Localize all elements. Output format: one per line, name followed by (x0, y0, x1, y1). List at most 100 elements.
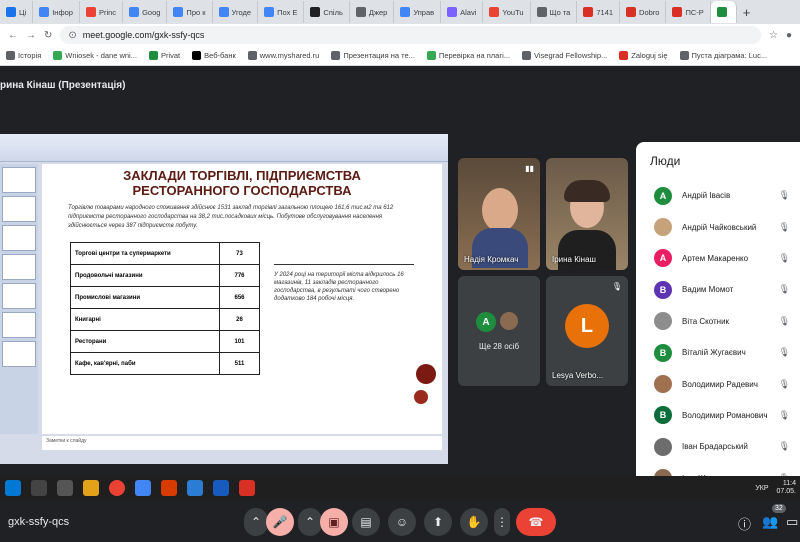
tab-label: Інфор (52, 7, 73, 17)
meet-stage: рина Кінаш (Презентація) ЗАКЛАДИ ТОРГІВЛ… (0, 66, 800, 536)
task-view-icon[interactable] (57, 480, 73, 496)
telegram-icon[interactable] (187, 480, 203, 496)
browser-tab[interactable]: Princ (80, 1, 124, 23)
info-icon[interactable]: ⓘ (738, 514, 751, 533)
browser-tab[interactable]: Ці (0, 1, 34, 23)
browser-tab[interactable]: Пох Е (258, 1, 305, 23)
bookmark-item[interactable]: Visegrad Fellowship... (522, 51, 607, 60)
search-icon[interactable] (31, 480, 47, 496)
profile-icon[interactable]: ● (786, 30, 792, 41)
participant-tile[interactable]: Ірина Кінаш (546, 158, 628, 270)
reactions-button[interactable]: ☺ (388, 508, 416, 536)
bookmark-item[interactable]: Перевірка на плагі... (426, 51, 511, 60)
participant-list-item[interactable]: А Артем Макаренко 🎙 (636, 243, 800, 274)
browser-tab[interactable]: Угоде (213, 1, 259, 23)
tab-favicon-icon (218, 7, 229, 17)
browser-tab[interactable]: Alavi (441, 1, 484, 23)
participant-list-item[interactable]: Володимир Радевич 🎙 (636, 368, 800, 399)
tab-label: ПС-Р (685, 7, 704, 17)
participant-list-item[interactable]: В Володимир Романович 🎙 (636, 400, 800, 431)
table-cell-category: Кафе, кав'ярні, паби (70, 352, 220, 375)
participant-list-item[interactable]: В Віталій Жугаєвич 🎙 (636, 337, 800, 368)
present-button[interactable]: ⬆ (424, 508, 452, 536)
bookmark-item[interactable]: Історія (6, 51, 41, 60)
bookmark-favicon-icon (679, 51, 689, 60)
browser-tab[interactable]: YouTu (483, 1, 531, 23)
people-icon[interactable]: 👥 (762, 514, 778, 530)
pdf-icon[interactable] (239, 480, 255, 496)
url-field[interactable]: ⊙ meet.google.com/gxk-ssfy-qcs (60, 26, 761, 44)
language-indicator[interactable]: УКР (755, 485, 768, 492)
word-icon[interactable] (213, 480, 229, 496)
start-icon[interactable] (5, 480, 21, 496)
bookmark-label: Перевірка на плагі... (438, 51, 511, 60)
participant-tile[interactable]: L 🎙 Lesya Verbo... (546, 276, 628, 386)
tab-label: Princ (98, 7, 117, 17)
browser-tab[interactable]: 7141 (577, 1, 621, 23)
participant-name: Володимир Романович (682, 410, 768, 420)
bookmark-item[interactable]: Wniosek - dane wni... (53, 51, 137, 60)
chat-icon[interactable]: ▭ (786, 514, 798, 530)
back-icon[interactable]: ← (8, 30, 18, 41)
raise-hand-button[interactable]: ✋ (460, 508, 488, 536)
slide-thumbnail (2, 341, 36, 367)
more-participants-tile[interactable]: A Ще 28 осіб (458, 276, 540, 386)
participant-tile[interactable]: ▮▮ Надія Кромкач (458, 158, 540, 270)
browser-tab[interactable]: Спіль (304, 1, 350, 23)
bookmark-item[interactable]: Privat (148, 51, 180, 60)
slide-thumbnail (2, 312, 36, 338)
tab-favicon-icon (39, 7, 50, 17)
participant-list-item[interactable]: Андрій Чайковський 🎙 (636, 211, 800, 242)
captions-icon: ▤ (360, 515, 372, 529)
bookmark-label: Веб-банк (204, 51, 236, 60)
browser-tab[interactable]: Про к (167, 1, 213, 23)
slide-notes[interactable]: Заметки к слайду (42, 436, 442, 450)
mic-toggle-button[interactable]: 🎤 (266, 508, 294, 536)
decor-circle (416, 364, 436, 384)
participant-name: Надія Кромкач (464, 255, 519, 264)
bookmark-label: Wniosek - dane wni... (65, 51, 137, 60)
slide-thumbnail (2, 167, 36, 193)
bookmark-item[interactable]: Пуста діаграма: Luc... (679, 51, 767, 60)
reload-icon[interactable]: ↻ (44, 30, 52, 41)
forward-icon[interactable]: → (26, 30, 36, 41)
new-tab-button[interactable]: + (743, 5, 751, 20)
captions-button[interactable]: ▤ (352, 508, 380, 536)
browser-tab[interactable]: Goog (123, 1, 168, 23)
browser-tab[interactable]: Що та (531, 1, 578, 23)
participant-list-item[interactable]: Іван Брадарський 🎙 (636, 431, 800, 462)
participant-list-item[interactable]: А Андрій Івасів 🎙 (636, 180, 800, 211)
bookmark-item[interactable]: Презентация на те... (331, 51, 415, 60)
participant-avatar: A (476, 312, 496, 332)
table-cell-category: Книгарні (70, 308, 220, 331)
app-icon[interactable] (135, 480, 151, 496)
powerpoint-icon[interactable] (161, 480, 177, 496)
participant-list-item[interactable]: Віта Скотник 🎙 (636, 306, 800, 337)
browser-tab[interactable] (710, 1, 737, 23)
bookmark-item[interactable]: www.myshared.ru (247, 51, 319, 60)
tab-label: 7141 (596, 7, 614, 17)
chrome-icon[interactable] (109, 480, 125, 496)
participant-list-item[interactable]: В Вадим Момот 🎙 (636, 274, 800, 305)
mic-off-icon: 🎙 (778, 347, 790, 358)
browser-tab[interactable]: Управ (394, 1, 442, 23)
table-cell-value: 101 (219, 330, 260, 353)
bookmark-item[interactable]: Zaloguj się (619, 51, 668, 60)
bookmark-item[interactable]: Веб-банк (192, 51, 236, 60)
video-options-button[interactable]: ⌃ (298, 508, 322, 536)
slide-table: Торгові центри та супермаркети 73 Продовол… (70, 242, 260, 375)
clock[interactable]: 11:4 07.05. (777, 480, 796, 496)
browser-tab[interactable]: Джер (350, 1, 395, 23)
shared-screen[interactable]: ЗАКЛАДИ ТОРГІВЛІ, ПІДПРИЄМСТВА РЕСТОРАНН… (0, 134, 448, 464)
browser-tab[interactable]: Інфор (33, 1, 80, 23)
leave-call-button[interactable]: ☎ (516, 508, 556, 536)
more-options-button[interactable]: ⋮ (494, 508, 510, 536)
camera-toggle-button[interactable]: ▣ (320, 508, 348, 536)
browser-tab[interactable]: Dobro (620, 1, 667, 23)
tab-favicon-icon (626, 7, 637, 17)
audio-options-button[interactable]: ⌃ (244, 508, 268, 536)
bookmark-star-icon[interactable]: ☆ (769, 30, 778, 41)
site-info-icon[interactable]: ⊙ (68, 30, 76, 41)
file-explorer-icon[interactable] (83, 480, 99, 496)
browser-tab[interactable]: ПС-Р (666, 1, 711, 23)
